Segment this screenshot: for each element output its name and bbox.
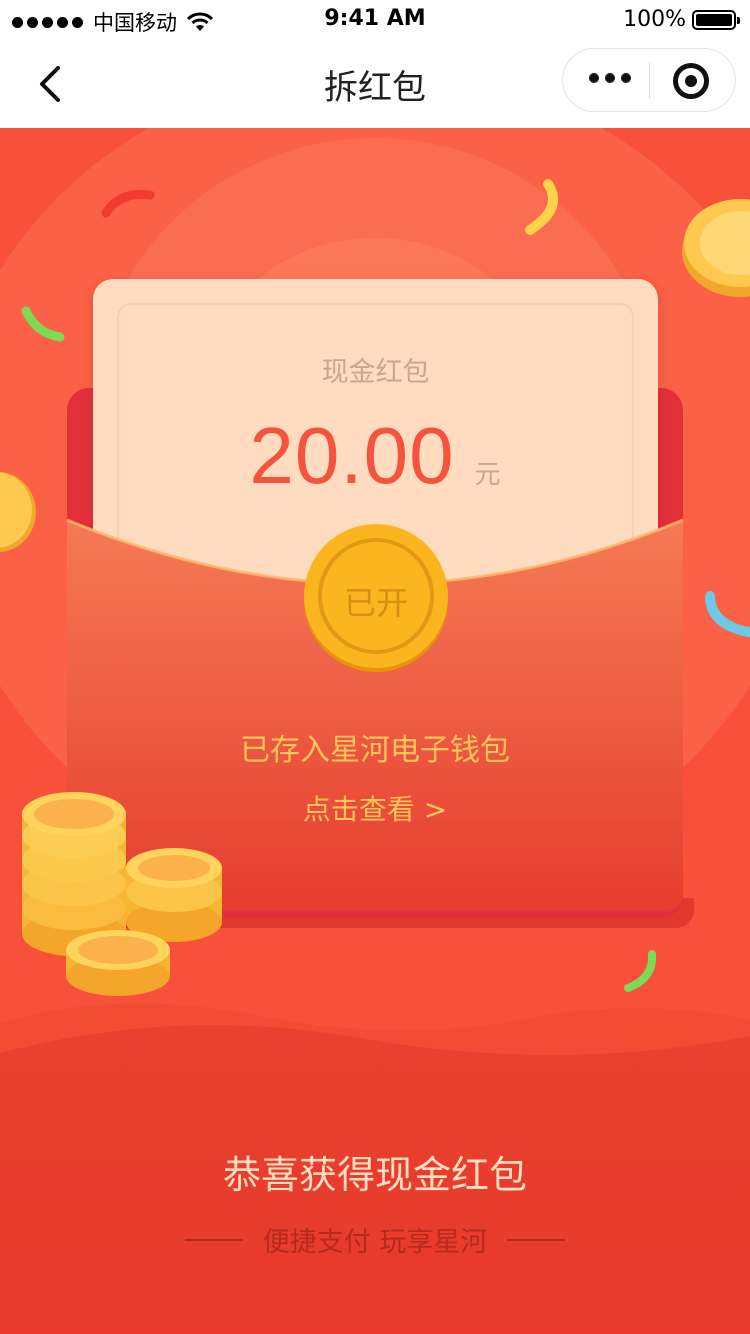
battery-percent: 100% [623,7,686,32]
page: 中国移动 9:41 AM 100% 拆红包 现金红包 20.00 元 已开 已存… [0,0,750,1334]
divider-line [507,1238,566,1241]
more-dots-icon[interactable] [589,73,631,83]
congrats-heading: 恭喜获得现金红包 [222,1153,527,1197]
saved-message: 已存入星河电子钱包 [240,733,510,768]
status-bar: 中国移动 9:41 AM 100% [0,0,750,40]
target-icon[interactable] [673,63,709,99]
nav-bar: 拆红包 [0,40,750,128]
capsule-divider [649,63,650,99]
slogan-row: 便捷支付 玩享星河 [0,1220,750,1259]
mini-program-capsule [562,48,736,112]
view-wallet-link[interactable]: 点击查看 > [0,788,750,828]
slogan-text: 便捷支付 玩享星河 [262,1227,488,1258]
battery-icon [692,9,740,30]
red-packet-screen: 现金红包 20.00 元 已开 已存入星河电子钱包 点击查看 > 恭喜获得现金红… [0,128,750,1334]
status-right: 100% [623,7,740,32]
open-button-label: 已开 [343,584,408,622]
divider-line [184,1238,243,1241]
